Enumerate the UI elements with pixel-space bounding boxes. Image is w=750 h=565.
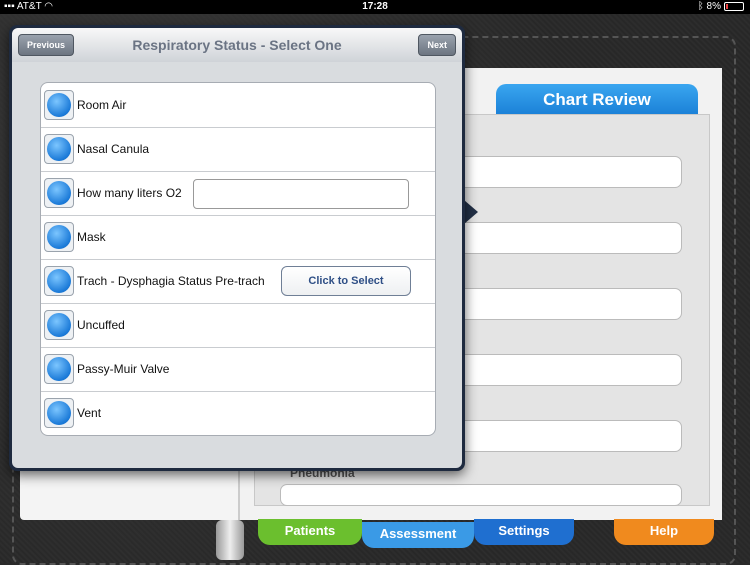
option-label: Room Air <box>77 98 127 112</box>
option-liters-o2[interactable]: How many liters O2 <box>41 171 435 216</box>
radio-button-icon[interactable] <box>44 266 74 296</box>
option-label: Trach - Dysphagia Status Pre-trach <box>77 274 265 288</box>
clock: 17:28 <box>362 1 388 12</box>
option-room-air[interactable]: Room Air <box>41 83 435 128</box>
previous-button[interactable]: Previous <box>18 34 75 56</box>
battery-status: ᛒ 8% <box>698 0 744 14</box>
option-label: Nasal Canula <box>77 142 150 156</box>
option-label: How many liters O2 <box>77 186 182 200</box>
respiratory-status-popover: Respiratory Status - Select One Previous… <box>9 25 465 471</box>
radio-button-icon[interactable] <box>44 90 74 120</box>
option-uncuffed[interactable]: Uncuffed <box>41 303 435 348</box>
liters-o2-input[interactable] <box>193 179 409 209</box>
radio-button-icon[interactable] <box>44 310 74 340</box>
tab-assessment[interactable]: Assessment <box>362 522 474 548</box>
radio-button-icon[interactable] <box>44 398 74 428</box>
tab-patients[interactable]: Patients <box>258 519 362 545</box>
option-vent[interactable]: Vent <box>41 391 435 435</box>
bluetooth-icon: ᛒ <box>697 1 707 12</box>
option-trach[interactable]: Trach - Dysphagia Status Pre-trach Click… <box>41 259 435 304</box>
click-to-select-button[interactable]: Click to Select <box>281 266 411 296</box>
option-label: Vent <box>77 406 102 420</box>
popover-body: Room Air Nasal Canula How many liters O2… <box>12 62 462 468</box>
battery-icon <box>724 1 744 11</box>
tab-help[interactable]: Help <box>614 519 714 545</box>
tab-settings[interactable]: Settings <box>474 519 574 545</box>
tab-chart-review[interactable]: Chart Review <box>496 84 698 116</box>
popover-title: Respiratory Status - Select One <box>132 37 342 53</box>
status-bar: ▪▪▪ AT&T ◠ 17:28 ᛒ 8% <box>0 0 750 14</box>
option-label: Uncuffed <box>77 318 125 332</box>
radio-button-icon[interactable] <box>44 178 74 208</box>
option-mask[interactable]: Mask <box>41 215 435 260</box>
radio-button-icon[interactable] <box>44 222 74 252</box>
respiratory-options-list: Room Air Nasal Canula How many liters O2… <box>40 82 436 436</box>
next-button[interactable]: Next <box>418 34 456 56</box>
popover-header: Respiratory Status - Select One Previous… <box>12 28 462 62</box>
option-nasal-canula[interactable]: Nasal Canula <box>41 127 435 172</box>
option-label: Passy-Muir Valve <box>77 362 170 376</box>
popover-arrow <box>464 200 478 224</box>
option-passy-muir-valve[interactable]: Passy-Muir Valve <box>41 347 435 392</box>
zipper-pull <box>216 520 244 560</box>
chart-review-field-6[interactable] <box>280 484 682 506</box>
radio-button-icon[interactable] <box>44 134 74 164</box>
radio-button-icon[interactable] <box>44 354 74 384</box>
option-label: Mask <box>77 230 106 244</box>
